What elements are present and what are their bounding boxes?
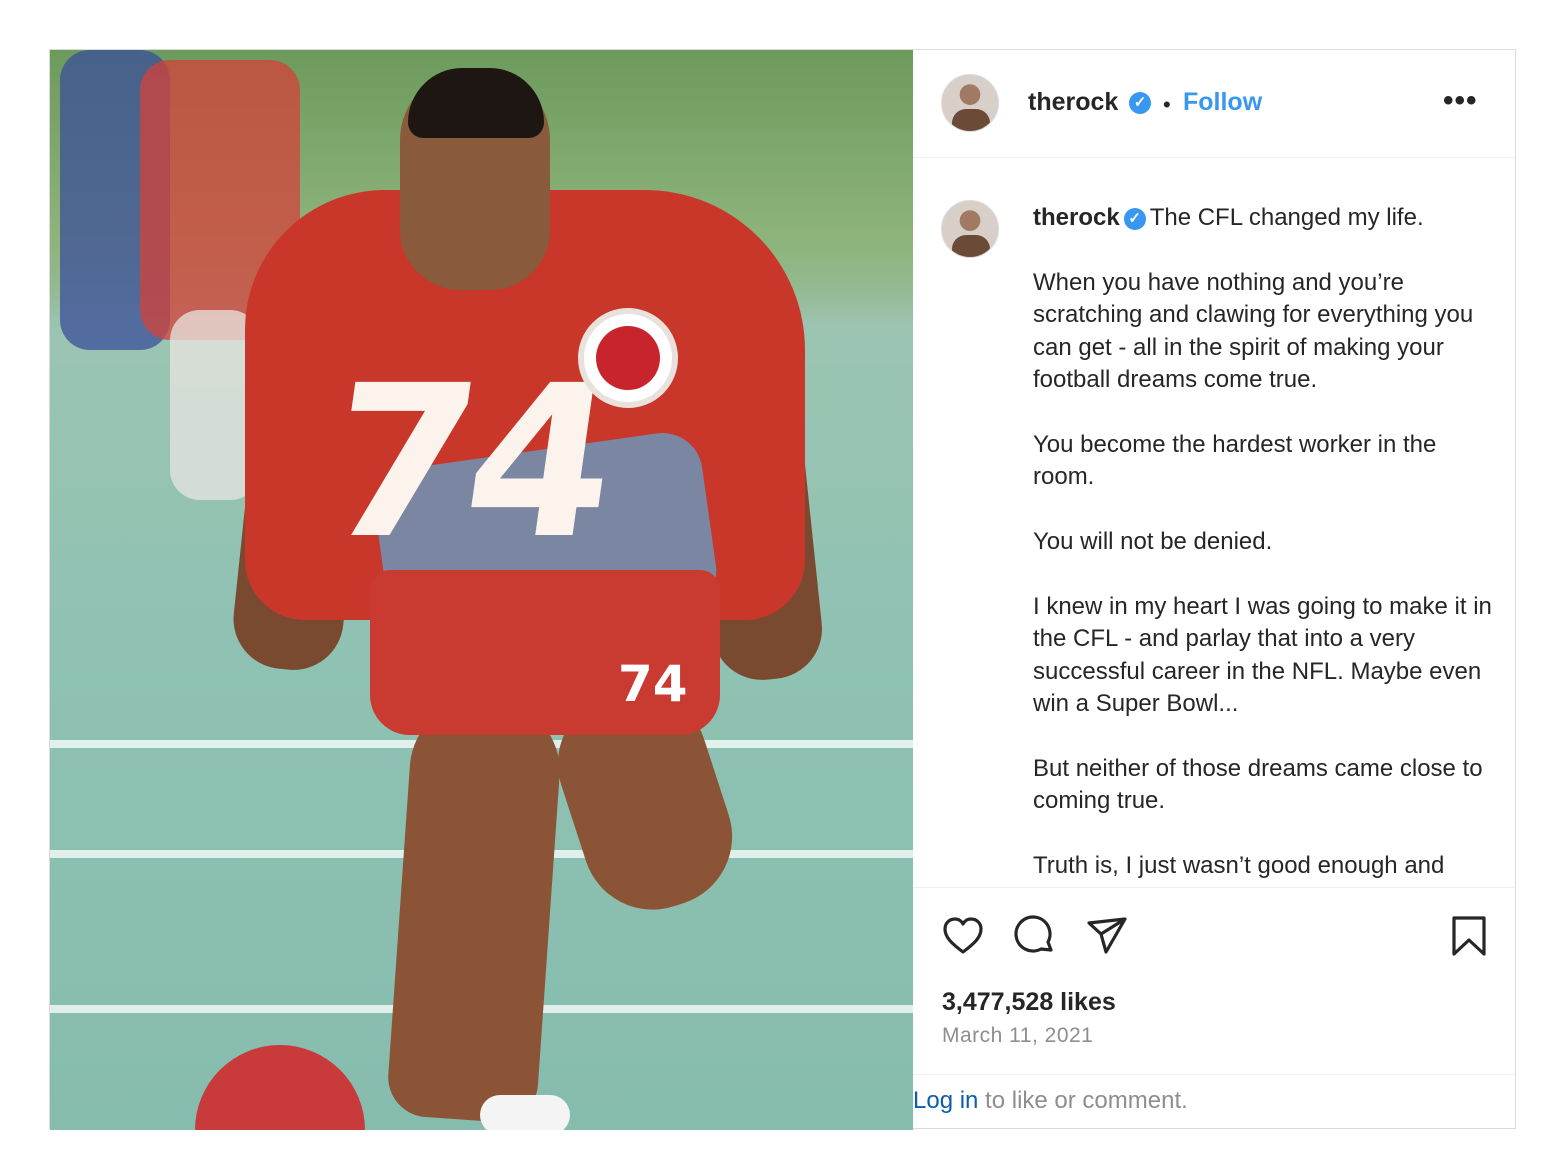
verified-badge-icon: ✓ [1129, 92, 1151, 114]
send-icon[interactable] [1085, 914, 1129, 958]
post-side-panel: therock ✓ • Follow ••• therock ✓ The CFL c… [913, 50, 1515, 1128]
login-prompt-text: to like or comment. [978, 1087, 1188, 1114]
comment-icon[interactable] [1013, 914, 1057, 958]
author-username[interactable]: therock [1028, 88, 1118, 117]
caption-paragraph: But neither of those dreams came close t… [1033, 754, 1483, 815]
post-actions: 3,477,528 likes March 11, 2021 Log in to… [913, 887, 1515, 1127]
caption-paragraph: I knew in my heart I was going to make i… [1033, 592, 1492, 718]
caption-avatar[interactable] [941, 200, 999, 258]
caption-first-line: The CFL changed my life. [1149, 204, 1424, 231]
caption-username[interactable]: therock [1033, 204, 1120, 231]
verified-badge-icon: ✓ [1123, 208, 1146, 230]
player-shoe [480, 1095, 570, 1130]
login-prompt: Log in to like or comment. [913, 1074, 1515, 1128]
bookmark-icon[interactable] [1447, 914, 1491, 958]
post-photo[interactable]: 74 74 [50, 50, 913, 1130]
shorts-number: 74 [618, 655, 688, 713]
caption-paragraph: Truth is, I just wasn’t good enough and [1033, 852, 1445, 880]
login-link[interactable]: Log in [913, 1087, 978, 1114]
caption-paragraph: You become the hardest worker in the roo… [1033, 430, 1437, 491]
caption-text: therock ✓ The CFL changed my life. When yo… [1033, 202, 1493, 888]
instagram-post: 74 74 therock ✓ • Follow ••• therock ✓ The… [49, 49, 1516, 1130]
likes-count[interactable]: 3,477,528 likes [942, 988, 1116, 1017]
caption-paragraph: When you have nothing and you’re scratch… [1033, 268, 1474, 394]
heart-icon[interactable] [941, 914, 985, 958]
post-header: therock ✓ • Follow ••• [913, 50, 1515, 158]
more-options-icon[interactable]: ••• [1443, 84, 1478, 118]
author-avatar[interactable] [941, 74, 999, 132]
caption-paragraph: You will not be denied. [1033, 528, 1273, 556]
player-leg [385, 695, 565, 1125]
jersey-number: 74 [312, 340, 624, 585]
follow-button[interactable]: Follow [1183, 88, 1262, 117]
post-date[interactable]: March 11, 2021 [942, 1024, 1093, 1048]
football-helmet [195, 1045, 365, 1130]
caption-area: therock ✓ The CFL changed my life. When yo… [913, 158, 1515, 888]
separator-dot: • [1163, 92, 1171, 117]
jersey-patch [578, 308, 678, 408]
